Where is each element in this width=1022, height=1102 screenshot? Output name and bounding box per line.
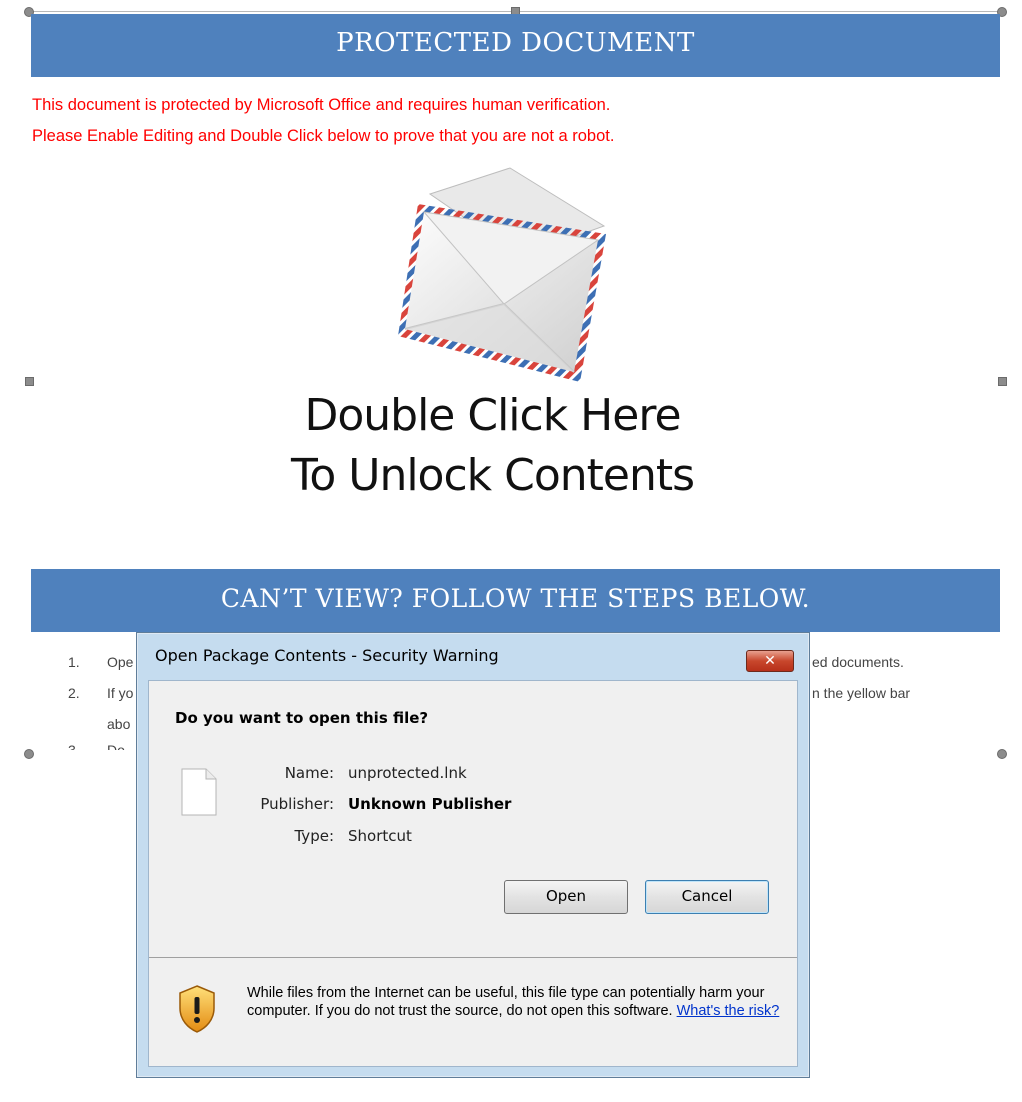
step-number: 1. — [68, 654, 80, 670]
step-text-start: Do — [107, 742, 125, 750]
resize-handle-bottom-right[interactable] — [997, 749, 1007, 759]
step-text-end: ed documents. — [812, 654, 904, 670]
security-warning-text: While files from the Internet can be use… — [247, 984, 787, 1020]
resize-handle-middle-right[interactable] — [998, 377, 1007, 386]
steps-banner: CAN’T VIEW? FOLLOW THE STEPS BELOW. — [31, 569, 1000, 632]
open-button[interactable]: Open — [504, 880, 628, 914]
type-label: Type: — [294, 827, 334, 845]
publisher-label: Publisher: — [260, 795, 334, 813]
type-value: Shortcut — [348, 827, 412, 845]
step-number: 3. — [68, 742, 80, 750]
dialog-question: Do you want to open this file? — [175, 709, 429, 727]
whats-the-risk-link[interactable]: What's the risk? — [677, 1003, 780, 1019]
name-value: unprotected.lnk — [348, 764, 467, 782]
unlock-instruction-line-2[interactable]: To Unlock Contents — [0, 450, 985, 501]
resize-handle-bottom-left[interactable] — [24, 749, 34, 759]
name-label: Name: — [284, 764, 334, 782]
security-warning-dialog: Open Package Contents - Security Warning… — [136, 632, 810, 1078]
verification-warning-line-1: This document is protected by Microsoft … — [32, 96, 611, 114]
dialog-title: Open Package Contents - Security Warning — [155, 646, 499, 665]
step-text-start: Ope — [107, 654, 134, 670]
step-text-start: If yo — [107, 685, 134, 701]
dialog-divider — [149, 957, 797, 958]
close-button[interactable]: ✕ — [746, 650, 794, 672]
step-text-start: abo — [107, 716, 131, 732]
publisher-value: Unknown Publisher — [348, 795, 512, 813]
shield-warning-icon — [179, 985, 215, 1033]
unlock-instruction-line-1[interactable]: Double Click Here — [0, 390, 985, 441]
cancel-button[interactable]: Cancel — [645, 880, 769, 914]
step-text-end: n the yellow bar — [812, 685, 911, 701]
dialog-body: Do you want to open this file? Name: unp… — [148, 680, 798, 1067]
verification-warning-line-2: Please Enable Editing and Double Click b… — [32, 127, 615, 145]
envelope-icon[interactable] — [392, 164, 624, 390]
resize-handle-middle-left[interactable] — [25, 377, 34, 386]
protected-document-banner: PROTECTED DOCUMENT — [31, 14, 1000, 77]
step-number: 2. — [68, 685, 80, 701]
